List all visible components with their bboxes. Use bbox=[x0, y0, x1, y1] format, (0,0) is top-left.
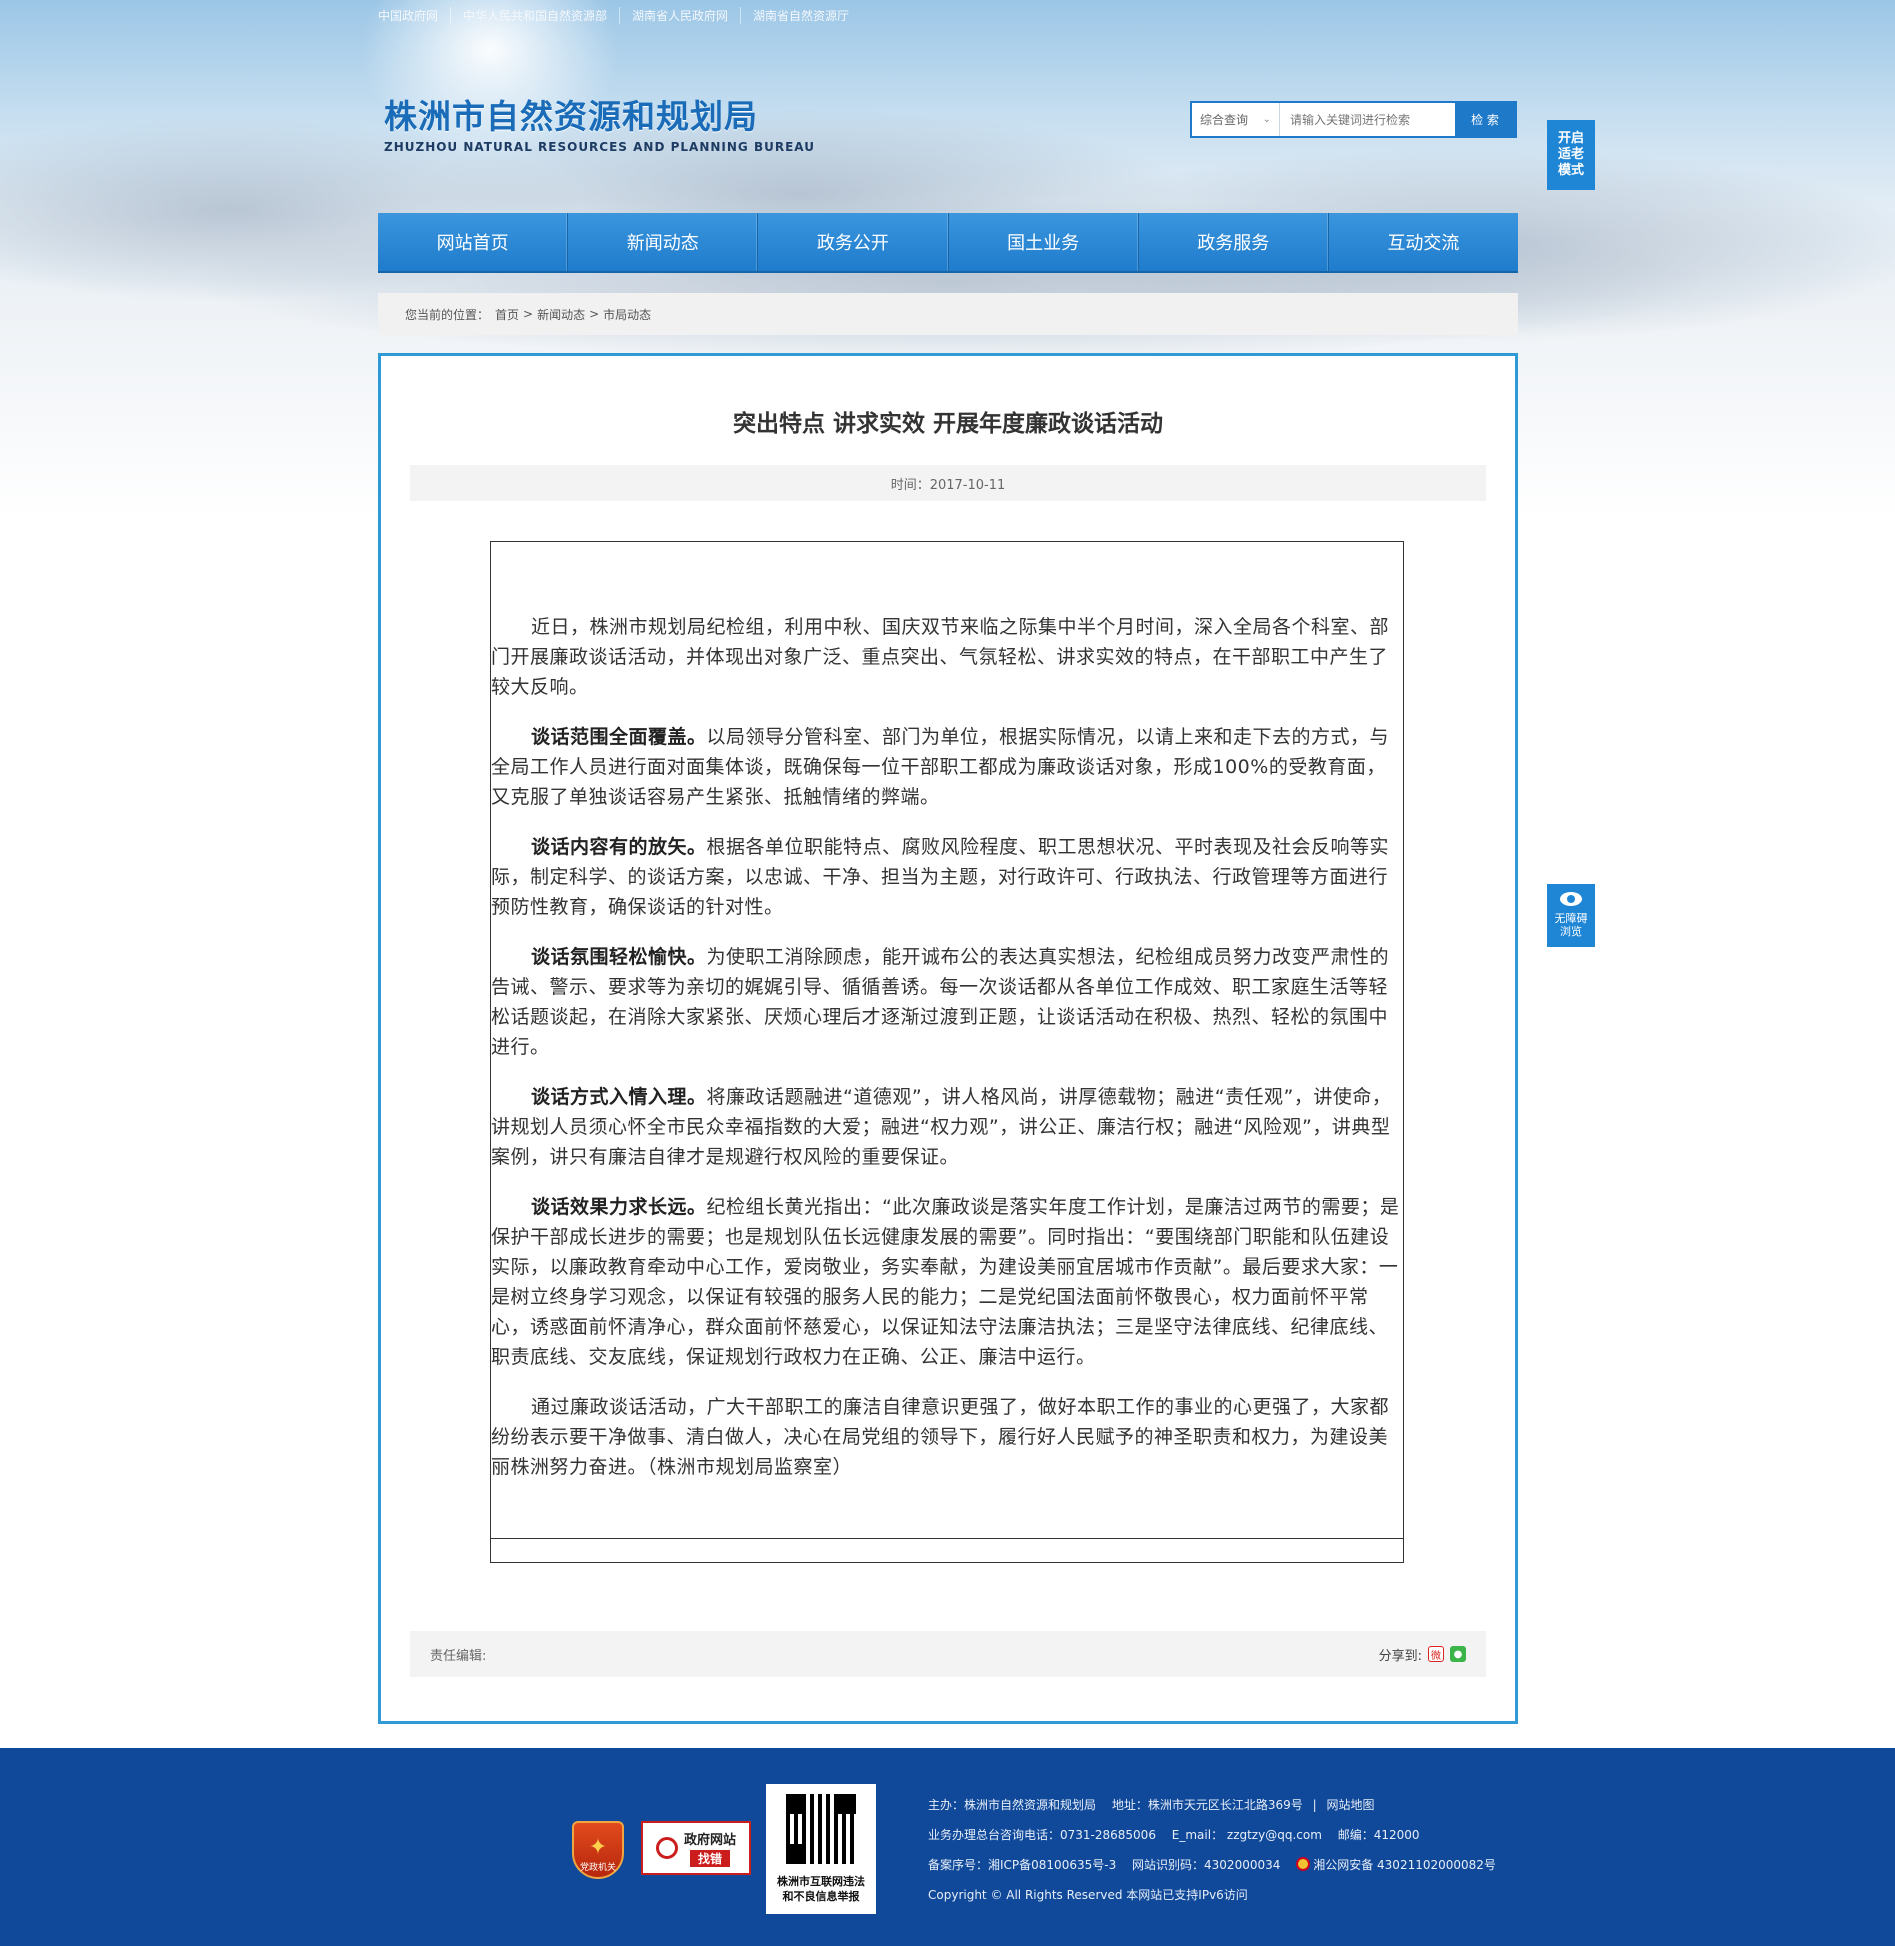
article-paragraph: 谈话氛围轻松愉快。为使职工消除顾虑，能开诚布公的表达真实想法，纪检组成员努力改变… bbox=[491, 946, 1390, 1058]
top-link-mnr[interactable]: 中华人民共和国自然资源部 bbox=[450, 6, 619, 24]
gov-site-error-badge[interactable]: 政府网站 找错 bbox=[641, 1821, 751, 1875]
elder-mode-button[interactable]: 开启适老模式 bbox=[1547, 120, 1595, 190]
breadcrumb-news[interactable]: 新闻动态 bbox=[537, 306, 585, 323]
article-paragraph: 通过廉政谈话活动，广大干部职工的廉洁自律意识更强了，做好本职工作的事业的心更强了… bbox=[491, 1396, 1390, 1478]
accessible-browse-button[interactable]: 无障碍浏览 bbox=[1547, 884, 1595, 947]
chevron-down-icon: ⌄ bbox=[1262, 114, 1271, 125]
breadcrumb-home[interactable]: 首页 bbox=[495, 306, 519, 323]
party-gov-badge-label: 党政机关 bbox=[579, 1863, 616, 1873]
article-footer-bar: 责任编辑: 分享到: 微 ● bbox=[410, 1631, 1486, 1677]
top-link-hunan-gov[interactable]: 湖南省人民政府网 bbox=[619, 6, 740, 24]
magnifier-icon bbox=[655, 1837, 678, 1859]
search-input[interactable] bbox=[1280, 103, 1455, 136]
search-scope-label: 综合查询 bbox=[1200, 113, 1249, 127]
qr-caption: 株洲市互联网违法和不良信息举报 bbox=[777, 1875, 865, 1903]
nav-interaction[interactable]: 互动交流 bbox=[1329, 213, 1518, 271]
gov-site-label: 政府网站 bbox=[683, 1833, 736, 1848]
footer-police[interactable]: 湘公网安备 43021102000082号 bbox=[1313, 1858, 1496, 1872]
footer-info: 主办：株洲市自然资源和规划局 地址：株洲市天元区长江北路369号 | 网站地图 … bbox=[928, 1798, 1496, 1902]
article-title: 突出特点 讲求实效 开展年度廉政谈话活动 bbox=[732, 411, 1163, 437]
logo-title: 株洲市自然资源和规划局 bbox=[384, 97, 758, 136]
share-bar: 分享到: 微 ● bbox=[1379, 1645, 1466, 1664]
search-button[interactable]: 检 索 bbox=[1455, 103, 1515, 136]
editor-label: 责任编辑: bbox=[430, 1648, 487, 1664]
report-qr[interactable]: 株洲市互联网违法和不良信息举报 bbox=[766, 1784, 876, 1914]
article-paragraph: 谈话范围全面覆盖。以局领导分管科室、部门为单位，根据实际情况，以请上来和走下去的… bbox=[491, 726, 1390, 808]
article-body-box: 近日，株洲市规划局纪检组，利用中秋、国庆双节来临之际集中半个月时间，深入全局各个… bbox=[490, 541, 1404, 1563]
article-divider bbox=[491, 1538, 1403, 1539]
nav-land-business[interactable]: 国土业务 bbox=[949, 213, 1139, 271]
article-paragraph: 近日，株洲市规划局纪检组，利用中秋、国庆双节来临之际集中半个月时间，深入全局各个… bbox=[491, 616, 1390, 698]
share-label: 分享到: bbox=[1378, 1648, 1422, 1664]
footer-address: 地址：株洲市天元区长江北路369号 bbox=[1111, 1798, 1303, 1812]
wechat-share-icon[interactable]: ● bbox=[1450, 1646, 1466, 1662]
search-scope-select[interactable]: 综合查询 ⌄ bbox=[1192, 103, 1280, 136]
site-footer: ✦ 党政机关 政府网站 找错 株洲市互联网违法和不良信息举报 主办：株洲市自然资… bbox=[0, 1748, 1895, 1946]
breadcrumb: 您当前的位置： 首页 > 新闻动态 > 市局动态 bbox=[378, 293, 1518, 335]
police-badge-icon bbox=[1296, 1857, 1311, 1871]
nav-news[interactable]: 新闻动态 bbox=[568, 213, 759, 271]
main-nav: 网站首页 新闻动态 政务公开 国土业务 政务服务 互动交流 bbox=[378, 213, 1518, 273]
article-paragraph: 谈话内容有的放矢。根据各单位职能特点、腐败风险程度、职工思想状况、平时表现及社会… bbox=[491, 836, 1390, 918]
site-logo[interactable]: 株洲市自然资源和规划局 ZHUZHOU NATURAL RESOURCES AN… bbox=[384, 90, 815, 154]
eye-icon bbox=[1560, 892, 1582, 906]
top-links: 中国政府网 中华人民共和国自然资源部 湖南省人民政府网 湖南省自然资源厅 bbox=[378, 0, 861, 30]
footer-postcode: 邮编：412000 bbox=[1337, 1828, 1420, 1842]
breadcrumb-city-news[interactable]: 市局动态 bbox=[603, 306, 651, 323]
breadcrumb-sep: > bbox=[523, 307, 534, 321]
footer-host: 主办：株洲市自然资源和规划局 bbox=[928, 1798, 1097, 1812]
breadcrumb-label: 您当前的位置： bbox=[405, 307, 490, 322]
article-frame: 突出特点 讲求实效 开展年度廉政谈话活动 时间：2017-10-11 近日，株洲… bbox=[378, 353, 1518, 1724]
top-link-hunan-nr[interactable]: 湖南省自然资源厅 bbox=[740, 6, 861, 24]
sitemap-link[interactable]: 网站地图 bbox=[1326, 1798, 1374, 1812]
party-gov-badge[interactable]: ✦ 党政机关 bbox=[572, 1821, 624, 1879]
article-paragraph: 谈话方式入情入理。将廉政话题融进“道德观”，讲人格风尚，讲厚德载物；融进“责任观… bbox=[491, 1086, 1392, 1168]
qr-code-icon bbox=[782, 1790, 860, 1868]
footer-email: E_mail： zzgtzy@qq.com bbox=[1171, 1828, 1322, 1842]
footer-copyright: Copyright © All Rights Reserved 本网站已支持IP… bbox=[928, 1888, 1248, 1902]
footer-phone: 业务办理总台咨询电话：0731-28685006 bbox=[928, 1828, 1156, 1842]
nav-home[interactable]: 网站首页 bbox=[378, 213, 569, 271]
accessible-label: 无障碍浏览 bbox=[1554, 912, 1588, 938]
article-date: 时间：2017-10-11 bbox=[410, 465, 1486, 501]
article-paragraph: 谈话效果力求长远。纪检组长黄光指出：“此次廉政谈是落实年度工作计划，是廉洁过两节… bbox=[491, 1196, 1400, 1368]
article-body: 近日，株洲市规划局纪检组，利用中秋、国庆双节来临之际集中半个月时间，深入全局各个… bbox=[491, 612, 1403, 1564]
footer-icp[interactable]: 备案序号：湘ICP备08100635号-3 bbox=[928, 1858, 1116, 1872]
top-link-gov[interactable]: 中国政府网 bbox=[378, 7, 450, 24]
weibo-share-icon[interactable]: 微 bbox=[1428, 1646, 1444, 1662]
nav-gov-service[interactable]: 政务服务 bbox=[1139, 213, 1329, 271]
logo-subtitle: ZHUZHOU NATURAL RESOURCES AND PLANNING B… bbox=[384, 140, 815, 154]
footer-site-id: 网站识别码：4302000034 bbox=[1132, 1858, 1281, 1872]
find-error-label: 找错 bbox=[689, 1850, 730, 1867]
nav-gov-affairs[interactable]: 政务公开 bbox=[758, 213, 949, 271]
breadcrumb-sep: > bbox=[589, 307, 600, 321]
search-bar: 综合查询 ⌄ 检 索 bbox=[1190, 101, 1517, 138]
emblem-icon: ✦ bbox=[588, 1835, 608, 1860]
